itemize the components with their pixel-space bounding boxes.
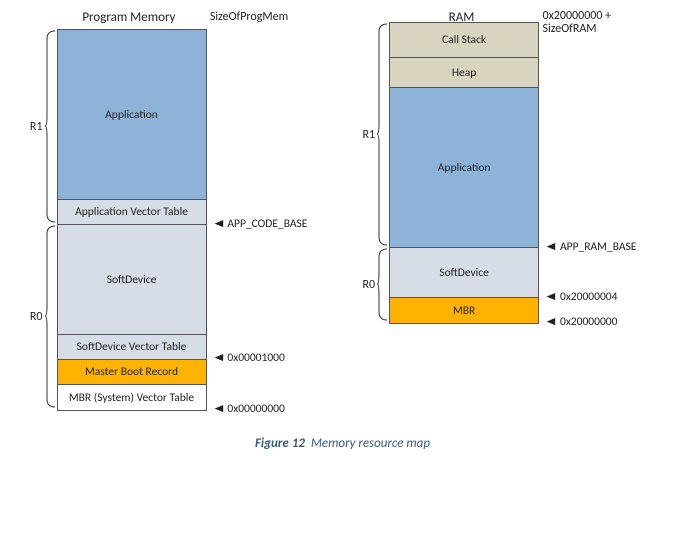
- block-mbr-vector-table: MBR (System) Vector Table: [58, 385, 206, 410]
- annot-0x0000: ◄ 0x00000000: [213, 402, 285, 416]
- block-heap: Heap: [390, 58, 538, 88]
- arrow-left-icon: ◄: [544, 291, 558, 303]
- prog-top-annot: SizeOfProgMem: [210, 10, 288, 29]
- arrow-left-icon: ◄: [211, 403, 225, 415]
- ram-r1-label: R1: [363, 128, 376, 142]
- annot-app-code-base: ◄ APP_CODE_BASE: [213, 217, 308, 231]
- memory-diagram: Program Memory SizeOfProgMem R1 R0: [10, 10, 675, 411]
- prog-r1-label: R1: [30, 120, 43, 134]
- prog-stack: Application Application Vector Table Sof…: [57, 29, 207, 411]
- prog-header: Program Memory: [54, 10, 204, 25]
- block-ram-mbr: MBR: [390, 298, 538, 323]
- program-memory-column: Program Memory SizeOfProgMem R1 R0: [30, 10, 333, 411]
- annot-0x1000: ◄ 0x00001000: [213, 351, 285, 365]
- block-ram-application: Application: [390, 88, 538, 248]
- ram-column: RAM 0x20000000 + SizeOfRAM R1 R0: [363, 10, 656, 324]
- block-softdevice: SoftDevice: [58, 225, 206, 335]
- ram-stack: Call Stack Heap Application SoftDevice M…: [389, 22, 539, 324]
- annot-app-ram-base: ◄ APP_RAM_BASE: [545, 240, 636, 254]
- figure-title: Memory resource map: [311, 436, 430, 451]
- annot-0x20000004: ◄ 0x20000004: [545, 290, 617, 304]
- brace-icon: [45, 224, 57, 409]
- brace-icon: [377, 22, 389, 247]
- block-ram-softdevice: SoftDevice: [390, 248, 538, 298]
- block-mbr: Master Boot Record: [58, 360, 206, 385]
- arrow-left-icon: ◄: [544, 241, 558, 253]
- prog-r0-label: R0: [30, 310, 43, 324]
- block-callstack: Call Stack: [390, 23, 538, 58]
- ram-r0-label: R0: [363, 278, 376, 292]
- arrow-left-icon: ◄: [544, 316, 558, 328]
- arrow-left-icon: ◄: [211, 352, 225, 364]
- figure-number: Figure 12: [255, 436, 305, 451]
- annot-0x20000000: ◄ 0x20000000: [545, 315, 617, 329]
- block-app-vector-table: Application Vector Table: [58, 200, 206, 225]
- figure-caption: Figure 12 Memory resource map: [10, 436, 675, 451]
- block-application: Application: [58, 30, 206, 200]
- brace-icon: [377, 247, 389, 322]
- arrow-left-icon: ◄: [211, 218, 225, 230]
- brace-icon: [45, 29, 57, 224]
- block-sd-vector-table: SoftDevice Vector Table: [58, 335, 206, 360]
